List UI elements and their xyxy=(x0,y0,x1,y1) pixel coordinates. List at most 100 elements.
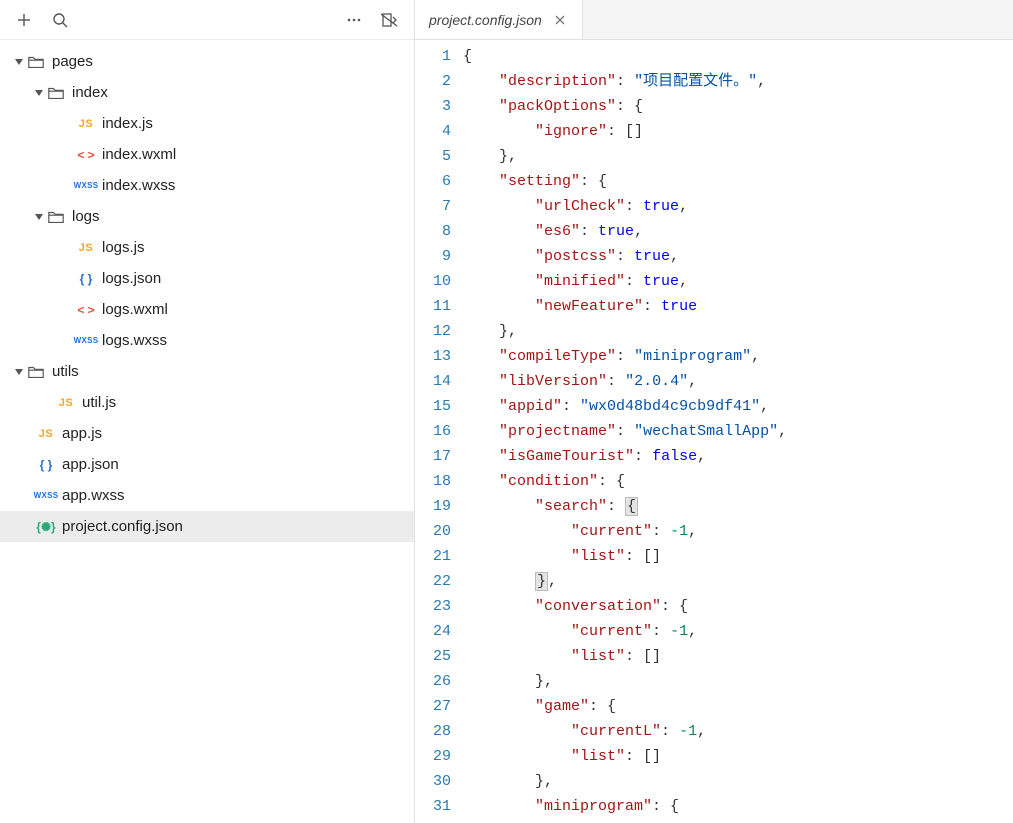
new-file-button[interactable] xyxy=(8,4,40,36)
code-line: "minified": true, xyxy=(463,269,1013,294)
wxss-file-icon: WXSS xyxy=(76,177,96,195)
tree-file[interactable]: { }app.json xyxy=(0,449,414,480)
line-number: 31 xyxy=(415,794,451,819)
tree-item-label: index.wxml xyxy=(102,146,176,163)
tree-item-label: app.json xyxy=(62,456,119,473)
more-button[interactable] xyxy=(338,4,370,36)
collapse-panel-button[interactable] xyxy=(374,4,406,36)
tree-folder[interactable]: index xyxy=(0,77,414,108)
code-line: "list": [] xyxy=(463,644,1013,669)
code-line: "libVersion": "2.0.4", xyxy=(463,369,1013,394)
tree-file[interactable]: < >index.wxml xyxy=(0,139,414,170)
tree-file[interactable]: JS logs.js xyxy=(0,232,414,263)
line-number: 16 xyxy=(415,419,451,444)
line-number: 13 xyxy=(415,344,451,369)
tree-item-label: logs.wxss xyxy=(102,332,167,349)
line-number: 18 xyxy=(415,469,451,494)
close-icon xyxy=(554,14,566,26)
json-file-icon: { } xyxy=(76,270,96,288)
tree-item-label: project.config.json xyxy=(62,518,183,535)
folder-icon xyxy=(26,363,46,381)
tab-project-config[interactable]: project.config.json xyxy=(415,0,583,39)
code-line: "game": { xyxy=(463,694,1013,719)
code-line: "ignore": [] xyxy=(463,119,1013,144)
code-line: "current": -1, xyxy=(463,619,1013,644)
sidebar: pagesindexJSindex.js< >index.wxmlWXSSind… xyxy=(0,0,415,823)
tree-folder[interactable]: utils xyxy=(0,356,414,387)
code-line: "current": -1, xyxy=(463,519,1013,544)
code-line: "setting": { xyxy=(463,169,1013,194)
caret-down-icon xyxy=(12,365,26,379)
sidebar-toolbar xyxy=(0,0,414,40)
line-number: 26 xyxy=(415,669,451,694)
tab-close-button[interactable] xyxy=(552,12,568,28)
wxss-file-icon: WXSS xyxy=(76,332,96,350)
code-line: }, xyxy=(463,144,1013,169)
code-line: }, xyxy=(463,319,1013,344)
line-number: 11 xyxy=(415,294,451,319)
tree-file[interactable]: WXSS index.wxss xyxy=(0,170,414,201)
tree-item-label: index.wxss xyxy=(102,177,175,194)
code-line: }, xyxy=(463,569,1013,594)
tree-file[interactable]: WXSS logs.wxss xyxy=(0,325,414,356)
line-number: 7 xyxy=(415,194,451,219)
tree-file[interactable]: < > logs.wxml xyxy=(0,294,414,325)
line-number: 15 xyxy=(415,394,451,419)
code-line: "postcss": true, xyxy=(463,244,1013,269)
tree-item-label: index xyxy=(72,84,108,101)
code-line: "miniprogram": { xyxy=(463,794,1013,819)
line-number: 22 xyxy=(415,569,451,594)
tree-item-label: app.js xyxy=(62,425,102,442)
line-number: 32 xyxy=(415,819,451,823)
tree-file[interactable]: {✺}project.config.json xyxy=(0,511,414,542)
line-number: 20 xyxy=(415,519,451,544)
plus-icon xyxy=(16,12,32,28)
line-number: 23 xyxy=(415,594,451,619)
editor-panel: project.config.json 12345678910111213141… xyxy=(415,0,1013,823)
tree-file[interactable]: { }logs.json xyxy=(0,263,414,294)
folder-icon xyxy=(46,208,66,226)
caret-down-icon xyxy=(32,210,46,224)
file-tree[interactable]: pagesindexJSindex.js< >index.wxmlWXSSind… xyxy=(0,40,414,823)
line-number: 4 xyxy=(415,119,451,144)
code-line: "conversation": { xyxy=(463,594,1013,619)
code-line: "newFeature": true xyxy=(463,294,1013,319)
line-number: 28 xyxy=(415,719,451,744)
tree-item-label: util.js xyxy=(82,394,116,411)
line-number: 14 xyxy=(415,369,451,394)
code-line: { xyxy=(463,44,1013,69)
tree-file[interactable]: JS app.js xyxy=(0,418,414,449)
search-button[interactable] xyxy=(44,4,76,36)
line-number: 9 xyxy=(415,244,451,269)
js-file-icon: JS xyxy=(76,115,96,133)
code-line: "description": "项目配置文件。", xyxy=(463,69,1013,94)
tree-file[interactable]: JSutil.js xyxy=(0,387,414,418)
js-file-icon: JS xyxy=(36,425,56,443)
tree-item-label: logs xyxy=(72,208,100,225)
tree-item-label: app.wxss xyxy=(62,487,125,504)
code-line: "list": [] xyxy=(463,544,1013,569)
line-number: 5 xyxy=(415,144,451,169)
tree-folder[interactable]: pages xyxy=(0,46,414,77)
code-line: "currentL": -1, xyxy=(463,719,1013,744)
code-line: "packOptions": { xyxy=(463,94,1013,119)
tree-file[interactable]: WXSSapp.wxss xyxy=(0,480,414,511)
line-number: 17 xyxy=(415,444,451,469)
line-number: 24 xyxy=(415,619,451,644)
tree-item-label: logs.wxml xyxy=(102,301,168,318)
tree-folder[interactable]: logs xyxy=(0,201,414,232)
line-number: 30 xyxy=(415,769,451,794)
code-line: "compileType": "miniprogram", xyxy=(463,344,1013,369)
code-editor[interactable]: 1234567891011121314151617181920212223242… xyxy=(415,40,1013,823)
tab-label: project.config.json xyxy=(429,12,542,28)
line-number: 25 xyxy=(415,644,451,669)
code-line: "current": -1, xyxy=(463,819,1013,823)
tree-file[interactable]: JS index.js xyxy=(0,108,414,139)
js-file-icon: JS xyxy=(76,239,96,257)
code-content[interactable]: { "description": "项目配置文件。", "packOptions… xyxy=(463,40,1013,823)
line-number: 12 xyxy=(415,319,451,344)
wxml-file-icon: < > xyxy=(76,301,96,319)
tree-item-label: logs.js xyxy=(102,239,145,256)
tree-item-label: index.js xyxy=(102,115,153,132)
code-line: "es6": true, xyxy=(463,219,1013,244)
